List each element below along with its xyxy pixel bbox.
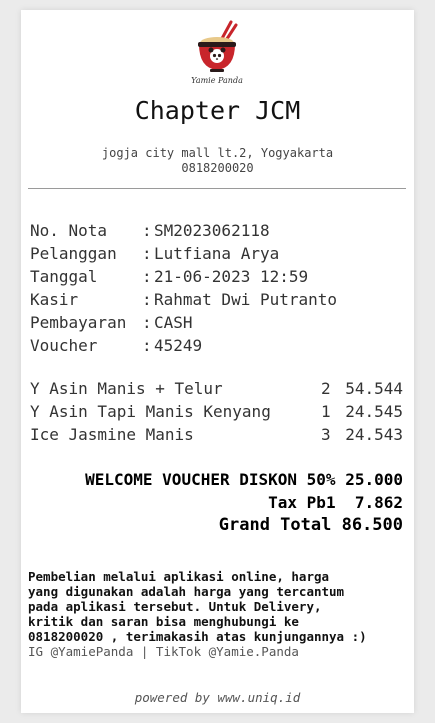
store-address-block: jogja city mall lt.2, Yogyakarta 0818200… [21,146,414,176]
receipt: Yamie Panda Chapter JCM jogja city mall … [21,10,414,713]
info-value: Rahmat Dwi Putranto [154,290,338,309]
item-name: Y Asin Tapi Manis Kenyang [30,402,271,421]
item-price: 24.543 [345,425,403,444]
info-colon: : [142,336,152,355]
powered-by: powered by www.uniq.id [134,690,301,705]
info-label: No. Nota [30,221,108,240]
list-item: Ice Jasmine Manis 3 24.543 [30,423,403,446]
item-name: Ice Jasmine Manis [30,425,194,444]
info-row-pembayaran: Pembayaran : CASH [30,311,410,334]
totals: WELCOME VOUCHER DISKON 50% 25.000 Tax Pb… [30,468,403,537]
yamie-panda-logo: Yamie Panda [187,18,247,85]
info-row-voucher: Voucher : 45249 [30,334,410,357]
info-row-tanggal: Tanggal : 21-06-2023 12:59 [30,265,410,288]
list-item: Y Asin Manis + Telur 2 54.544 [30,377,403,400]
grand-total: Grand Total 86.500 [218,515,403,535]
store-phone: 0818200020 [181,161,254,175]
info-value: CASH [154,313,193,332]
info-label: Tanggal [30,267,98,286]
social-handles: IG @YamiePanda | TikTok @Yamie.Panda [28,644,299,659]
info-value: SM2023062118 [154,221,270,240]
list-item: Y Asin Tapi Manis Kenyang 1 24.545 [30,400,403,423]
voucher-discount: WELCOME VOUCHER DISKON 50% 25.000 [85,470,403,489]
store-name: Chapter JCM [134,96,301,125]
info-colon: : [142,267,152,286]
info-colon: : [142,221,152,240]
info-label: Voucher [30,336,98,355]
item-price: 24.545 [345,402,403,421]
item-list: Y Asin Manis + Telur 2 54.544 Y Asin Tap… [30,377,403,446]
item-qty: 1 [321,402,331,421]
store-address: jogja city mall lt.2, Yogyakarta [101,146,334,160]
item-qty: 2 [321,379,331,398]
transaction-info: No. Nota : SM2023062118 Pelanggan : Lutf… [30,219,410,357]
info-row-kasir: Kasir : Rahmat Dwi Putranto [30,288,410,311]
footer-note: Pembelian melalui aplikasi online, harga… [28,569,367,644]
info-row-nota: No. Nota : SM2023062118 [30,219,410,242]
divider [28,188,406,189]
info-value: 21-06-2023 12:59 [154,267,309,286]
tax-row: Tax Pb1 7.862 [268,493,403,512]
info-label: Pembayaran [30,313,127,332]
info-colon: : [142,313,152,332]
bowl-logo-icon [198,20,238,72]
logo-text: Yamie Panda [191,76,243,85]
info-colon: : [142,290,152,309]
item-qty: 3 [321,425,331,444]
info-value: 45249 [154,336,203,355]
info-row-pelanggan: Pelanggan : Lutfiana Arya [30,242,410,265]
info-colon: : [142,244,152,263]
info-value: Lutfiana Arya [154,244,280,263]
item-price: 54.544 [345,379,403,398]
info-label: Pelanggan [30,244,117,263]
item-name: Y Asin Manis + Telur [30,379,223,398]
info-label: Kasir [30,290,79,309]
